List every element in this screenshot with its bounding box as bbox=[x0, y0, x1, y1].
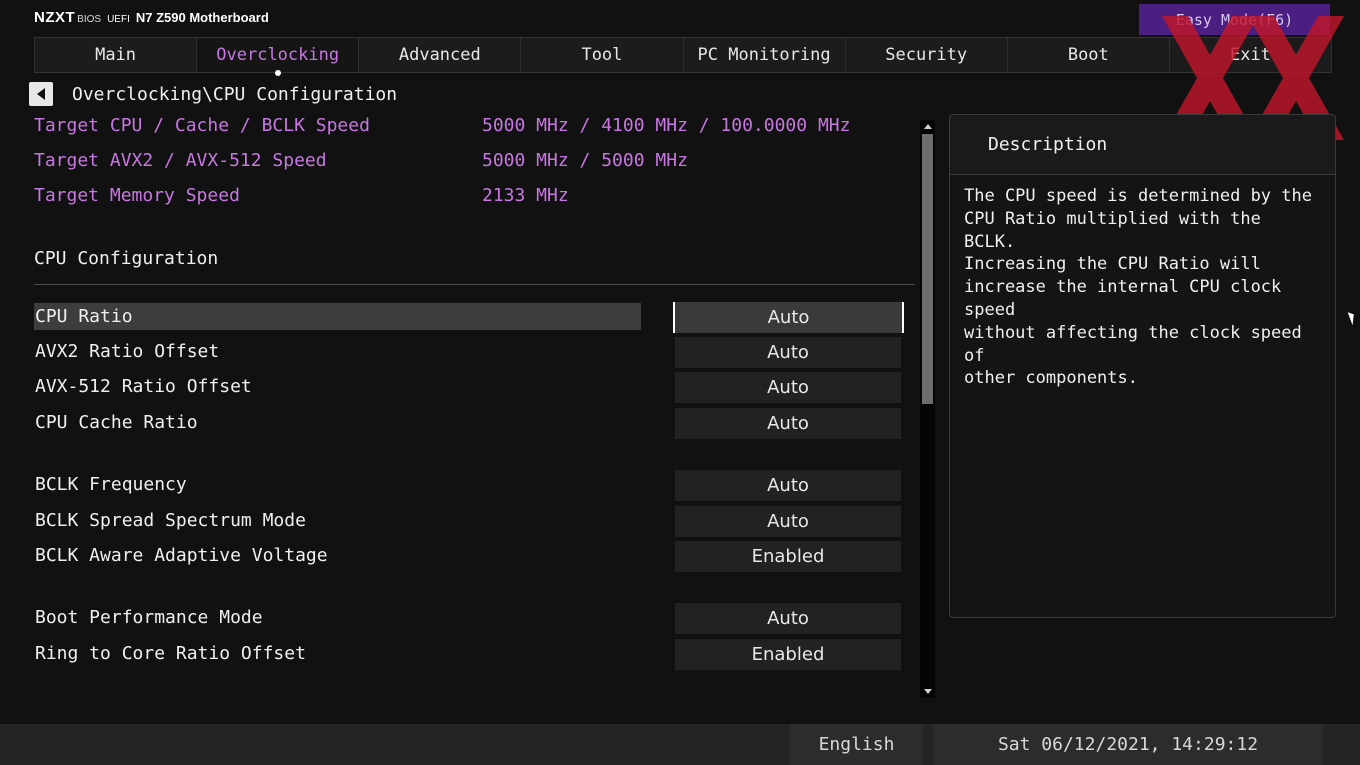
tab-exit[interactable]: Exit bbox=[1169, 38, 1332, 72]
brand-uefi: UEFI bbox=[107, 14, 130, 25]
description-text: The CPU speed is determined by the CPU R… bbox=[964, 186, 1312, 389]
info-value-memory-speed: 2133 MHz bbox=[482, 185, 569, 206]
option-value-boot-performance-mode[interactable]: Auto bbox=[675, 603, 901, 634]
language-selector[interactable]: English bbox=[790, 724, 923, 765]
tab-security[interactable]: Security bbox=[845, 38, 1008, 72]
option-value-cpu-ratio[interactable]: Auto bbox=[673, 302, 904, 333]
back-button[interactable] bbox=[29, 82, 53, 106]
tab-main[interactable]: Main bbox=[34, 38, 198, 72]
option-label-boot-performance-mode[interactable]: Boot Performance Mode bbox=[34, 604, 641, 631]
tab-tool[interactable]: Tool bbox=[521, 38, 684, 72]
description-panel: Description The CPU speed is determined … bbox=[949, 114, 1336, 618]
option-label-bclk-aware-adaptive-voltage[interactable]: BCLK Aware Adaptive Voltage bbox=[34, 542, 641, 569]
brand-header: NZXT BIOS UEFI N7 Z590 Motherboard bbox=[34, 9, 269, 29]
section-divider bbox=[34, 284, 915, 285]
option-value-ring-to-core-ratio-offset[interactable]: Enabled bbox=[675, 639, 901, 670]
brand-model: N7 Z590 Motherboard bbox=[135, 10, 269, 25]
option-label-bclk-frequency[interactable]: BCLK Frequency bbox=[34, 471, 641, 498]
info-label-memory-speed: Target Memory Speed bbox=[34, 185, 240, 206]
section-title: CPU Configuration bbox=[34, 248, 219, 269]
option-label-bclk-spread-spectrum[interactable]: BCLK Spread Spectrum Mode bbox=[34, 507, 641, 534]
brand-bios: BIOS bbox=[77, 14, 102, 25]
info-value-cpu-cache-bclk: 5000 MHz / 4100 MHz / 100.0000 MHz bbox=[482, 115, 851, 136]
option-value-avx2-ratio-offset[interactable]: Auto bbox=[675, 337, 901, 368]
option-value-avx512-ratio-offset[interactable]: Auto bbox=[675, 372, 901, 403]
scroll-down-icon[interactable] bbox=[924, 689, 932, 694]
scroll-up-icon[interactable] bbox=[924, 124, 932, 129]
tab-pc-monitoring[interactable]: PC Monitoring bbox=[683, 38, 846, 72]
info-label-avx-speed: Target AVX2 / AVX-512 Speed bbox=[34, 150, 327, 171]
breadcrumb: Overclocking\CPU Configuration bbox=[72, 84, 398, 105]
easy-mode-button[interactable]: Easy Mode(F6) bbox=[1139, 4, 1330, 35]
option-label-avx512-ratio-offset[interactable]: AVX-512 Ratio Offset bbox=[34, 373, 641, 400]
tab-advanced[interactable]: Advanced bbox=[359, 38, 522, 72]
tab-boot[interactable]: Boot bbox=[1007, 38, 1170, 72]
options-scrollbar[interactable] bbox=[920, 120, 935, 698]
option-label-cpu-ratio[interactable]: CPU Ratio bbox=[34, 303, 641, 330]
brand-logo: NZXT bbox=[34, 9, 76, 26]
description-title: Description bbox=[950, 115, 1335, 175]
option-value-bclk-spread-spectrum[interactable]: Auto bbox=[675, 506, 901, 537]
info-value-avx-speed: 5000 MHz / 5000 MHz bbox=[482, 150, 688, 171]
option-value-bclk-frequency[interactable]: Auto bbox=[675, 470, 901, 501]
datetime-display[interactable]: Sat 06/12/2021, 14:29:12 bbox=[933, 724, 1323, 765]
option-label-ring-to-core-ratio-offset[interactable]: Ring to Core Ratio Offset bbox=[34, 640, 641, 667]
tab-overclocking[interactable]: Overclocking bbox=[197, 38, 360, 76]
mouse-cursor-icon bbox=[1347, 310, 1358, 326]
main-tabs: Main Overclocking Advanced Tool PC Monit… bbox=[34, 37, 1332, 76]
scroll-thumb[interactable] bbox=[922, 134, 933, 404]
option-value-bclk-aware-adaptive-voltage[interactable]: Enabled bbox=[675, 541, 901, 572]
info-label-cpu-cache-bclk: Target CPU / Cache / BCLK Speed bbox=[34, 115, 370, 136]
option-label-avx2-ratio-offset[interactable]: AVX2 Ratio Offset bbox=[34, 338, 641, 365]
back-arrow-icon bbox=[37, 88, 45, 100]
option-value-cpu-cache-ratio[interactable]: Auto bbox=[675, 408, 901, 439]
option-label-cpu-cache-ratio[interactable]: CPU Cache Ratio bbox=[34, 409, 641, 436]
